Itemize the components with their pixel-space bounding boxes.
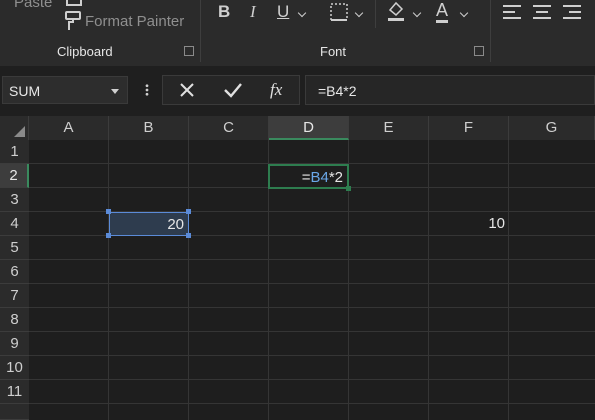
bold-button[interactable]: B	[218, 2, 230, 22]
select-all-corner[interactable]	[0, 116, 29, 140]
borders-icon[interactable]	[329, 2, 349, 22]
font-group-label: Font	[320, 44, 347, 59]
gridline	[108, 140, 109, 420]
spreadsheet-grid	[0, 116, 595, 420]
row-header-10[interactable]: 10	[0, 356, 29, 380]
format-painter-button[interactable]: Format Painter	[60, 10, 185, 34]
chevron-down-icon[interactable]	[459, 8, 469, 18]
chevron-down-icon[interactable]	[412, 8, 422, 18]
gridline	[508, 140, 509, 420]
formula-operator: *2	[328, 169, 343, 186]
row-header-3[interactable]: 3	[0, 188, 29, 212]
align-right-icon[interactable]	[562, 4, 582, 20]
italic-button[interactable]: I	[250, 2, 256, 22]
cell-f4[interactable]: 10	[429, 212, 509, 236]
reference-handle[interactable]	[186, 209, 191, 214]
name-box-value: SUM	[9, 83, 41, 99]
align-left-icon[interactable]	[502, 4, 522, 20]
row-header-7[interactable]: 7	[0, 284, 29, 308]
gridline	[188, 140, 189, 420]
column-header-f[interactable]: F	[429, 116, 509, 140]
font-color-button[interactable]: A	[436, 0, 449, 23]
gridline	[29, 259, 595, 260]
column-header-c[interactable]: C	[189, 116, 269, 140]
reference-handle[interactable]	[186, 233, 191, 238]
gridline	[29, 283, 595, 284]
paste-label[interactable]: Paste	[14, 0, 52, 11]
gridline	[29, 307, 595, 308]
gridline	[29, 331, 595, 332]
row-header-9[interactable]: 9	[0, 332, 29, 356]
chevron-down-icon[interactable]	[354, 8, 364, 18]
row-header-2[interactable]: 2	[0, 164, 29, 188]
column-header-b[interactable]: B	[109, 116, 189, 140]
ribbon: Paste Format Painter Clipboard B I U A F…	[0, 0, 595, 66]
row-header-8[interactable]: 8	[0, 308, 29, 332]
cancel-icon[interactable]	[179, 82, 195, 98]
gridline	[29, 403, 595, 404]
column-header-d[interactable]: D	[269, 116, 349, 140]
fill-color-icon[interactable]	[386, 0, 406, 22]
row-header-4[interactable]: 4	[0, 212, 29, 236]
more-options-icon[interactable]	[141, 84, 153, 96]
column-header-g[interactable]: G	[509, 116, 595, 140]
formula-reference-b4: B4	[310, 169, 329, 186]
ribbon-separator	[200, 0, 201, 62]
font-dialog-launcher-icon[interactable]	[474, 46, 484, 56]
underline-button[interactable]: U	[277, 2, 289, 22]
row-header-1[interactable]: 1	[0, 140, 29, 164]
clipboard-dialog-launcher-icon[interactable]	[184, 46, 194, 56]
gridline	[29, 355, 595, 356]
copy-icon[interactable]	[66, 0, 82, 6]
paintbrush-icon	[65, 11, 81, 30]
column-header-e[interactable]: E	[349, 116, 429, 140]
chevron-down-icon[interactable]	[297, 8, 307, 18]
row-header-12[interactable]	[0, 404, 29, 420]
ribbon-separator	[375, 0, 376, 28]
align-center-icon[interactable]	[532, 4, 552, 20]
reference-handle[interactable]	[106, 209, 111, 214]
row-header-6[interactable]: 6	[0, 260, 29, 284]
name-box[interactable]: SUM	[2, 76, 128, 104]
fill-handle[interactable]	[346, 186, 351, 191]
ribbon-separator	[490, 0, 491, 62]
enter-checkmark-icon[interactable]	[223, 82, 243, 98]
formula-buttons: fx	[162, 75, 300, 105]
format-painter-label: Format Painter	[85, 13, 185, 30]
gridline	[428, 140, 429, 420]
clipboard-group-label: Clipboard	[57, 44, 113, 59]
column-header-a[interactable]: A	[29, 116, 109, 140]
cell-b4[interactable]: 20	[109, 212, 189, 236]
row-header-5[interactable]: 5	[0, 236, 29, 260]
cell-d2-active[interactable]: =B4*2	[268, 164, 349, 189]
reference-handle[interactable]	[106, 233, 111, 238]
chevron-down-icon[interactable]	[111, 89, 119, 94]
formula-text: =B4*2	[318, 83, 357, 99]
formula-input[interactable]: =B4*2	[305, 75, 595, 105]
gridline	[29, 379, 595, 380]
insert-function-button[interactable]: fx	[270, 80, 282, 100]
row-header-11[interactable]: 11	[0, 380, 29, 404]
